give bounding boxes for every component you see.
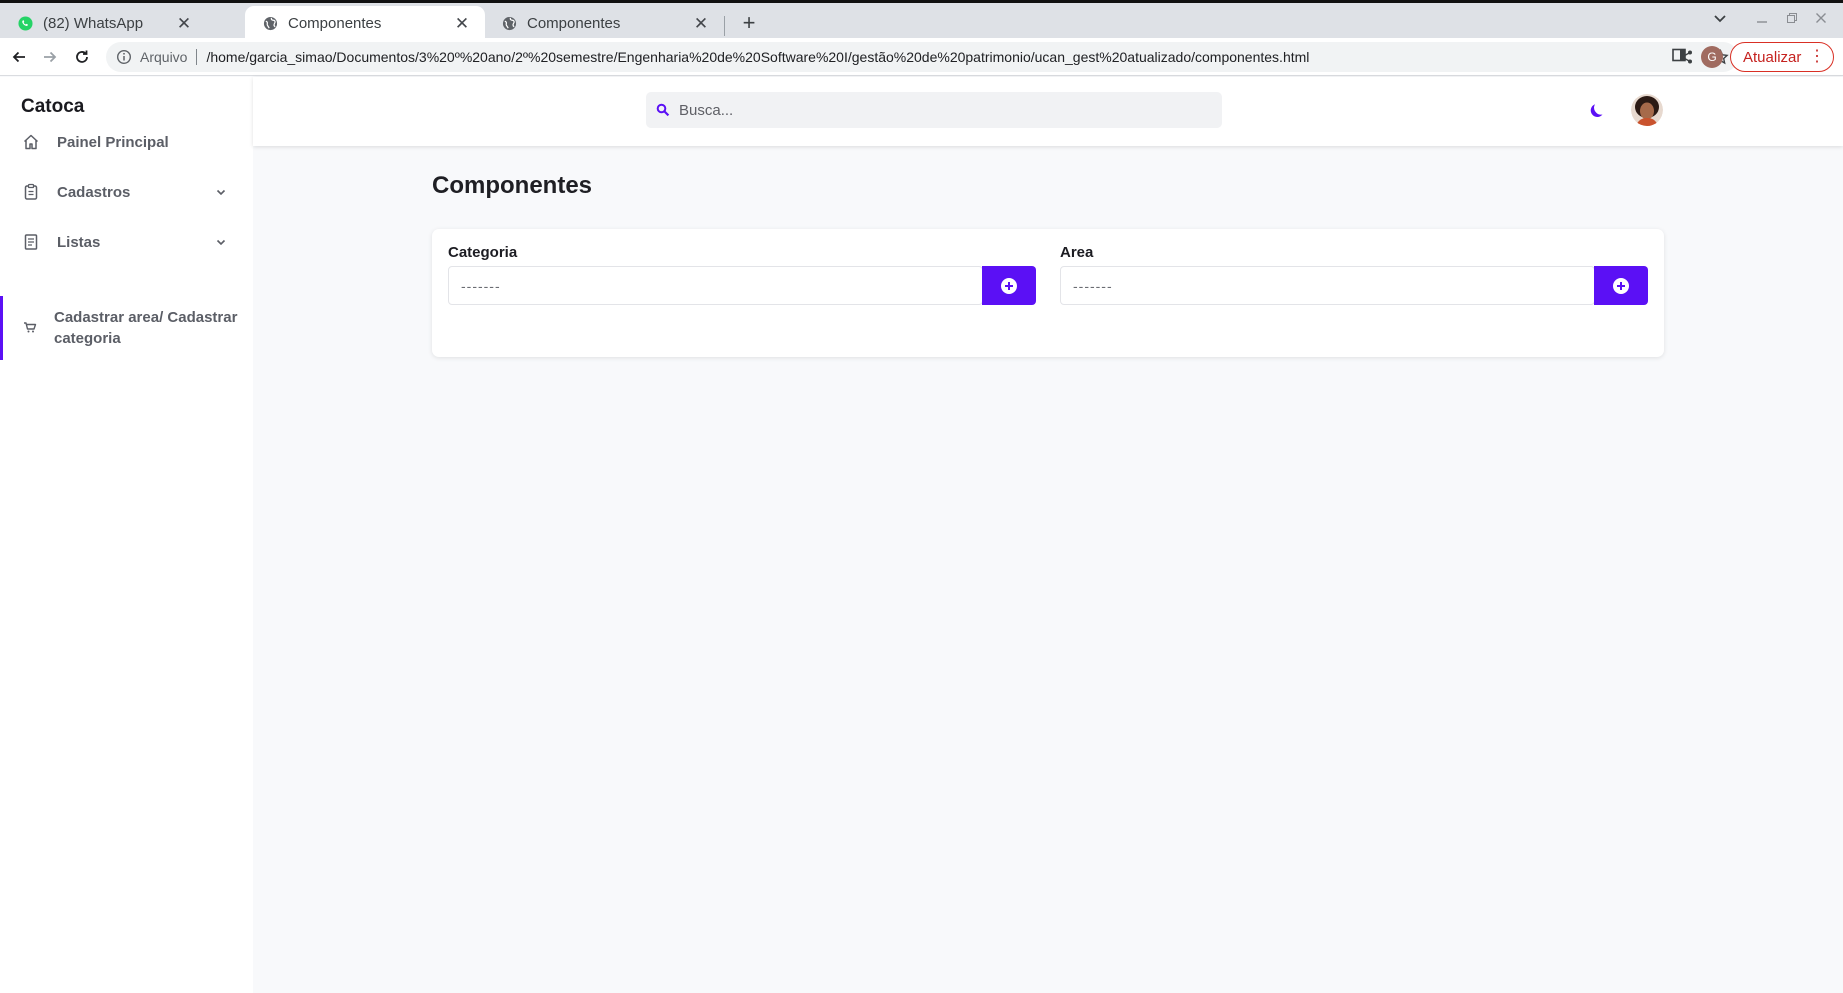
search-icon	[656, 103, 670, 117]
reload-icon	[76, 50, 88, 63]
add-category-button[interactable]	[982, 266, 1036, 305]
cart-icon	[22, 319, 40, 337]
brand-logo[interactable]: Catoca	[21, 96, 84, 118]
restore-icon[interactable]	[1786, 11, 1798, 27]
add-area-button[interactable]	[1594, 266, 1648, 305]
sidebar-item-cadastros[interactable]: Cadastros	[0, 181, 253, 203]
search-input[interactable]	[679, 101, 1199, 119]
tab-componentes[interactable]: Componentes ✕	[484, 6, 724, 41]
profile-avatar-button[interactable]: G	[1701, 46, 1723, 68]
chevron-down-icon	[214, 185, 228, 199]
search-bar[interactable]	[646, 92, 1222, 128]
update-label: Atualizar	[1743, 48, 1802, 66]
sidebar-item-cadastrar-area-categoria[interactable]: Cadastrar area/ Cadastrar categoria	[0, 296, 253, 360]
sidebar-item-label: Listas	[57, 233, 101, 251]
browser-toolbar: Arquivo /home/garcia_simao/Documentos/3%…	[0, 38, 1843, 76]
close-window-icon[interactable]	[1815, 11, 1827, 27]
omnibox-divider	[196, 49, 198, 65]
document-list-icon	[22, 233, 40, 251]
dark-mode-moon-icon[interactable]	[1587, 101, 1607, 121]
url-text[interactable]: /home/garcia_simao/Documentos/3%20º%20an…	[206, 49, 1309, 65]
chevron-down-icon	[214, 235, 228, 249]
browser-tabstrip: (82) WhatsApp ✕ Componentes ✕ Componente…	[0, 0, 1843, 41]
back-arrow-icon	[12, 51, 25, 63]
side-panel-icon[interactable]	[1669, 45, 1689, 65]
page-title: Componentes	[432, 172, 593, 199]
clipboard-icon	[22, 183, 40, 201]
tab-title: Componentes	[527, 15, 621, 32]
plus-circle-icon	[1613, 277, 1629, 294]
category-field-label: Categoria	[448, 244, 518, 261]
tab-search-chevron-icon[interactable]	[1713, 11, 1727, 28]
forward-arrow-icon	[44, 51, 57, 63]
tab-title: Componentes	[288, 15, 382, 32]
app-header	[253, 77, 1843, 146]
components-card: Categoria ------- Area -------	[432, 229, 1664, 357]
more-menu-icon[interactable]: ⋮	[1809, 47, 1825, 67]
area-select[interactable]: -------	[1060, 266, 1595, 305]
sidebar-item-label: Painel Principal	[57, 133, 169, 151]
security-label: Arquivo	[140, 49, 188, 65]
sidebar: Catoca Painel Principal Cadastros Listas…	[0, 77, 253, 993]
tab-divider	[724, 16, 725, 36]
tab-componentes-active[interactable]: Componentes ✕	[245, 6, 485, 41]
sidebar-item-painel-principal[interactable]: Painel Principal	[0, 131, 253, 153]
user-avatar[interactable]	[1631, 94, 1663, 126]
update-browser-button[interactable]: Atualizar ⋮	[1730, 42, 1834, 72]
home-icon	[22, 133, 40, 151]
sidebar-item-label: Cadastrar area/ Cadastrar categoria	[54, 309, 238, 347]
category-select-value: -------	[461, 277, 501, 294]
plus-circle-icon	[1001, 277, 1017, 294]
area-select-value: -------	[1073, 277, 1113, 294]
back-button[interactable]	[6, 44, 32, 70]
address-bar[interactable]: Arquivo /home/garcia_simao/Documentos/3%…	[106, 42, 1738, 72]
tab-close-icon[interactable]: ✕	[175, 14, 193, 33]
whatsapp-icon	[18, 16, 33, 31]
globe-icon	[263, 16, 278, 31]
category-select[interactable]: -------	[448, 266, 983, 305]
minimize-icon[interactable]	[1756, 11, 1768, 27]
globe-icon	[502, 16, 517, 31]
new-tab-button[interactable]: +	[735, 10, 763, 38]
tab-whatsapp[interactable]: (82) WhatsApp ✕	[0, 6, 207, 41]
tab-close-icon[interactable]: ✕	[453, 14, 471, 33]
tab-title: (82) WhatsApp	[43, 15, 144, 32]
tab-close-icon[interactable]: ✕	[692, 14, 710, 33]
sidebar-item-label: Cadastros	[57, 183, 131, 201]
forward-button[interactable]	[37, 44, 63, 70]
sidebar-item-listas[interactable]: Listas	[0, 231, 253, 253]
info-icon[interactable]	[116, 49, 132, 65]
area-field-label: Area	[1060, 244, 1094, 261]
reload-button[interactable]	[69, 44, 95, 70]
